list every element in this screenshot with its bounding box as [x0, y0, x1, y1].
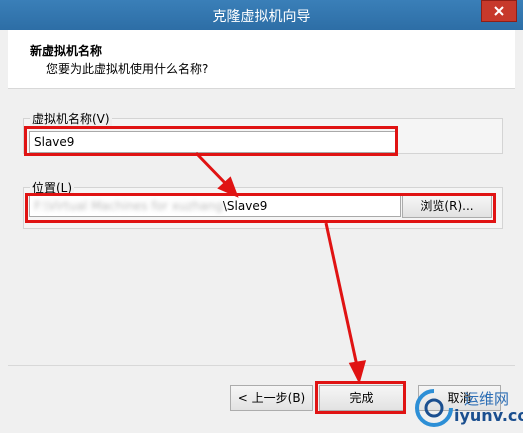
name-group-label: 虚拟机名称(V): [30, 110, 112, 127]
watermark-logo: 运维网 iyunv.com: [414, 386, 523, 430]
watermark-text-url: iyunv.com: [454, 406, 523, 425]
annotation-box-finish: [315, 381, 406, 414]
annotation-box-name: [24, 126, 398, 156]
close-button[interactable]: [481, 0, 517, 22]
title-bar: 克隆虚拟机向导: [0, 0, 523, 30]
wizard-header: 新虚拟机名称 您要为此虚拟机使用什么名称?: [8, 30, 515, 89]
header-subtitle: 您要为此虚拟机使用什么名称?: [46, 62, 209, 76]
annotation-box-location: [25, 193, 496, 223]
footer-divider: [8, 365, 515, 366]
header-title: 新虚拟机名称: [30, 44, 103, 58]
watermark-icon: [415, 389, 453, 427]
window-title: 克隆虚拟机向导: [212, 9, 311, 25]
back-button[interactable]: < 上一步(B): [230, 385, 313, 411]
dialog-body: 新虚拟机名称 您要为此虚拟机使用什么名称? 虚拟机名称(V) Slave9 位置…: [8, 30, 515, 425]
close-icon: [494, 6, 504, 16]
